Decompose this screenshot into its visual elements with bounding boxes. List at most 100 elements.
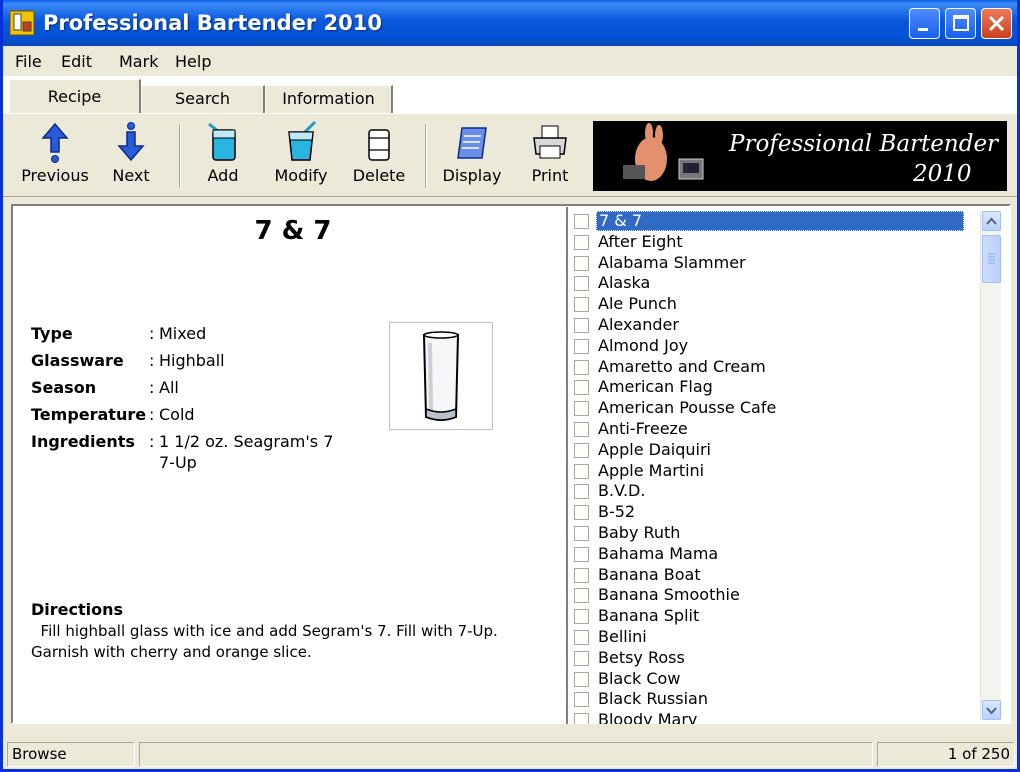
- mark-checkbox[interactable]: [574, 463, 589, 479]
- app-window: Professional Bartender 2010 File Edit Ma…: [0, 0, 1020, 772]
- list-item[interactable]: Alaska: [572, 273, 968, 294]
- display-button[interactable]: Display: [437, 120, 507, 190]
- list-item[interactable]: Bahama Mama: [572, 544, 968, 565]
- mark-checkbox[interactable]: [574, 442, 589, 458]
- print-label: Print: [531, 166, 569, 185]
- list-item[interactable]: Almond Joy: [572, 336, 968, 357]
- list-item[interactable]: Alabama Slammer: [572, 253, 968, 274]
- add-button[interactable]: Add: [193, 120, 253, 190]
- mark-checkbox[interactable]: [574, 297, 589, 313]
- mark-checkbox[interactable]: [574, 671, 589, 687]
- mark-checkbox[interactable]: [574, 505, 589, 521]
- tab-information[interactable]: Information: [265, 85, 393, 113]
- mark-checkbox[interactable]: [574, 588, 589, 604]
- print-button[interactable]: Print: [521, 120, 579, 190]
- list-item[interactable]: Amaretto and Cream: [572, 357, 968, 378]
- app-icon[interactable]: [9, 10, 35, 36]
- list-item[interactable]: Banana Boat: [572, 565, 968, 586]
- maximize-button[interactable]: [945, 8, 976, 39]
- highball-glass-icon: [422, 331, 460, 421]
- ingredient-1: 1 1/2 oz. Seagram's 7: [159, 432, 334, 451]
- drink-name: Betsy Ross: [598, 647, 685, 667]
- list-item[interactable]: Anti-Freeze: [572, 419, 968, 440]
- drink-name: Banana Boat: [598, 564, 701, 584]
- scroll-thumb[interactable]: [982, 235, 1001, 283]
- list-item[interactable]: After Eight: [572, 232, 968, 253]
- list-item[interactable]: 7 & 7: [572, 211, 968, 232]
- menu-help[interactable]: Help: [175, 52, 211, 71]
- mark-checkbox[interactable]: [574, 338, 589, 354]
- mark-checkbox[interactable]: [574, 650, 589, 666]
- mark-checkbox[interactable]: [574, 380, 589, 396]
- ingredients-colon: :: [149, 432, 155, 451]
- mark-checkbox[interactable]: [574, 713, 589, 724]
- list-item[interactable]: American Pousse Cafe: [572, 398, 968, 419]
- drink-name: Alaska: [598, 273, 651, 293]
- list-item[interactable]: Ale Punch: [572, 294, 968, 315]
- drink-name: Bahama Mama: [598, 543, 719, 563]
- menu-file[interactable]: File: [15, 52, 42, 71]
- list-item[interactable]: Alexander: [572, 315, 968, 336]
- list-item[interactable]: Black Cow: [572, 669, 968, 690]
- title-bar[interactable]: Professional Bartender 2010: [3, 0, 1017, 46]
- mark-checkbox[interactable]: [574, 546, 589, 562]
- grip-icon: [988, 253, 995, 264]
- add-label: Add: [207, 166, 239, 185]
- scroll-down-button[interactable]: [982, 700, 1001, 720]
- tab-search[interactable]: Search: [141, 85, 265, 113]
- mark-checkbox[interactable]: [574, 630, 589, 645]
- delete-button[interactable]: Delete: [349, 120, 409, 190]
- drink-name: Bloody Mary: [598, 710, 698, 724]
- mark-checkbox[interactable]: [574, 255, 589, 271]
- menu-bar: File Edit Mark Help: [3, 46, 1017, 77]
- mark-checkbox[interactable]: [574, 692, 589, 708]
- mark-checkbox[interactable]: [574, 318, 589, 333]
- mark-checkbox[interactable]: [574, 234, 589, 250]
- list-item[interactable]: Banana Split: [572, 606, 968, 627]
- add-glass-icon: [208, 122, 236, 161]
- close-icon: [988, 15, 1005, 32]
- drink-name: Almond Joy: [598, 335, 689, 355]
- mark-checkbox[interactable]: [574, 422, 589, 437]
- drink-name: Anti-Freeze: [598, 419, 688, 438]
- list-item[interactable]: Apple Martini: [572, 461, 968, 482]
- drink-name: American Flag: [598, 377, 713, 397]
- drink-name: B-52: [598, 502, 636, 522]
- list-item[interactable]: Bellini: [572, 627, 968, 648]
- mark-checkbox[interactable]: [574, 526, 589, 541]
- list-item[interactable]: Banana Smoothie: [572, 585, 968, 606]
- drink-name: Black Cow: [598, 668, 681, 688]
- mark-checkbox[interactable]: [574, 609, 589, 625]
- tab-recipe[interactable]: Recipe: [9, 79, 141, 113]
- list-item[interactable]: Baby Ruth: [572, 523, 968, 544]
- ingredients-label: Ingredients: [31, 432, 135, 451]
- list-item[interactable]: B-52: [572, 502, 968, 523]
- mark-checkbox[interactable]: [574, 484, 589, 500]
- drink-name: After Eight: [598, 231, 683, 251]
- modify-label: Modify: [274, 166, 328, 185]
- mark-checkbox[interactable]: [574, 401, 589, 417]
- mark-checkbox[interactable]: [574, 276, 589, 292]
- menu-edit[interactable]: Edit: [61, 52, 92, 71]
- status-record-count: 1 of 250: [877, 742, 1015, 767]
- status-mode: Browse: [7, 742, 135, 767]
- list-item[interactable]: Betsy Ross: [572, 648, 968, 669]
- next-button[interactable]: Next: [101, 120, 161, 190]
- modify-button[interactable]: Modify: [269, 120, 333, 190]
- list-item[interactable]: Bloody Mary: [572, 710, 968, 724]
- minimize-button[interactable]: [909, 8, 940, 39]
- list-item[interactable]: Apple Daiquiri: [572, 440, 968, 461]
- scroll-up-button[interactable]: [982, 211, 1001, 231]
- mark-checkbox[interactable]: [574, 567, 589, 583]
- menu-mark[interactable]: Mark: [119, 52, 158, 71]
- drink-list-scrollbar[interactable]: [980, 211, 1001, 720]
- chevron-down-icon: [986, 707, 997, 715]
- mark-checkbox[interactable]: [574, 214, 589, 229]
- list-item[interactable]: Black Russian: [572, 689, 968, 710]
- drink-name: American Pousse Cafe: [598, 398, 777, 418]
- list-item[interactable]: B.V.D.: [572, 481, 968, 502]
- mark-checkbox[interactable]: [574, 359, 589, 375]
- previous-button[interactable]: Previous: [17, 120, 93, 190]
- close-button[interactable]: [981, 8, 1012, 39]
- list-item[interactable]: American Flag: [572, 377, 968, 398]
